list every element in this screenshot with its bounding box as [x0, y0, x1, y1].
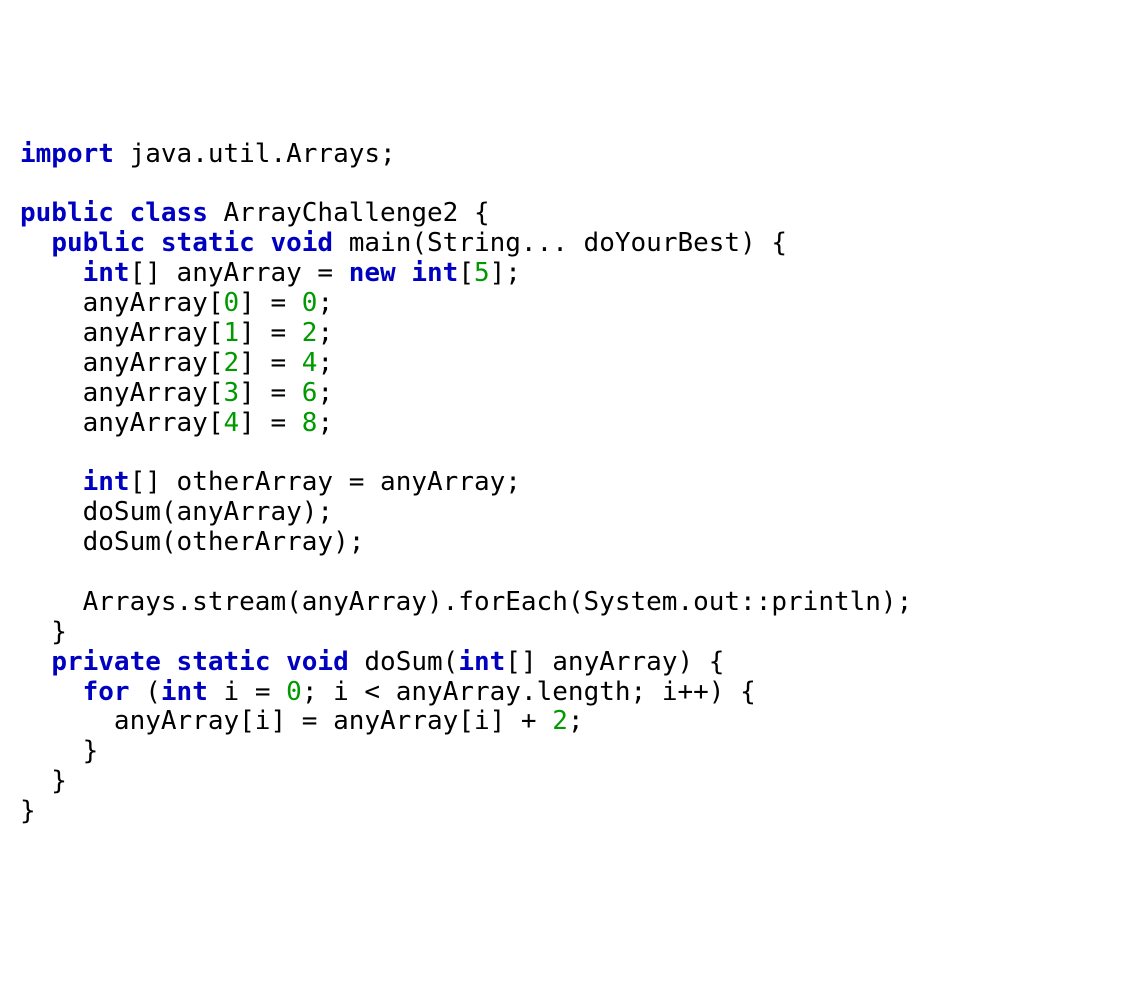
indent: [20, 467, 83, 497]
text: i =: [208, 677, 286, 707]
semi: ;: [568, 706, 584, 736]
keyword-void: void: [286, 647, 349, 677]
text: ; i < anyArray.length; i++) {: [302, 677, 756, 707]
number: 0: [224, 288, 240, 318]
line-5: int[] anyArray = new int[5];: [20, 258, 521, 288]
text: java.util.Arrays;: [114, 139, 396, 169]
number: 1: [224, 318, 240, 348]
number: 2: [224, 348, 240, 378]
space: [255, 228, 271, 258]
line-9: anyArray[3] = 6;: [20, 378, 333, 408]
keyword-for: for: [83, 677, 130, 707]
line-1: import java.util.Arrays;: [20, 139, 396, 169]
type-int: int: [83, 467, 130, 497]
semi: ;: [317, 348, 333, 378]
text: [] otherArray = anyArray;: [130, 467, 521, 497]
line-12: int[] otherArray = anyArray;: [20, 467, 521, 497]
space: [145, 228, 161, 258]
line-3: public class ArrayChallenge2 {: [20, 198, 490, 228]
number: 3: [224, 378, 240, 408]
keyword-public: public: [20, 198, 114, 228]
text: ] =: [239, 348, 302, 378]
code-block: import java.util.Arrays; public class Ar…: [20, 140, 1126, 827]
semi: ;: [317, 408, 333, 438]
semi: ;: [317, 378, 333, 408]
number: 5: [474, 258, 490, 288]
number: 0: [302, 288, 318, 318]
main-sig: main(String... doYourBest) {: [333, 228, 787, 258]
line-20: anyArray[i] = anyArray[i] + 2;: [20, 706, 584, 736]
type-int: int: [458, 647, 505, 677]
keyword-public: public: [51, 228, 145, 258]
bracket: [: [458, 258, 474, 288]
keyword-static: static: [161, 228, 255, 258]
keyword-private: private: [51, 647, 161, 677]
space: [161, 647, 177, 677]
number: 0: [286, 677, 302, 707]
type-int: int: [411, 258, 458, 288]
keyword-class: class: [130, 198, 208, 228]
text: ] =: [239, 318, 302, 348]
indent: [20, 258, 83, 288]
number: 6: [302, 378, 318, 408]
text: anyArray[: [20, 408, 224, 438]
text: ] =: [239, 378, 302, 408]
text: [] anyArray =: [130, 258, 349, 288]
indent: [20, 677, 83, 707]
text: doSum(: [349, 647, 459, 677]
number: 8: [302, 408, 318, 438]
number: 2: [552, 706, 568, 736]
text: [] anyArray) {: [505, 647, 724, 677]
text: (: [130, 677, 161, 707]
line-18: private static void doSum(int[] anyArray…: [20, 647, 724, 677]
line-6: anyArray[0] = 0;: [20, 288, 333, 318]
semi: ;: [317, 288, 333, 318]
line-17: }: [20, 617, 67, 647]
line-4: public static void main(String... doYour…: [20, 228, 787, 258]
line-8: anyArray[2] = 4;: [20, 348, 333, 378]
number: 4: [224, 408, 240, 438]
class-name: ArrayChallenge2 {: [208, 198, 490, 228]
keyword-void: void: [270, 228, 333, 258]
keyword-static: static: [177, 647, 271, 677]
space: [114, 198, 130, 228]
indent: [20, 228, 51, 258]
line-19: for (int i = 0; i < anyArray.length; i++…: [20, 677, 756, 707]
text: ] =: [239, 288, 302, 318]
space: [270, 647, 286, 677]
line-22: }: [20, 766, 67, 796]
number: 4: [302, 348, 318, 378]
line-16: Arrays.stream(anyArray).forEach(System.o…: [20, 587, 912, 617]
text: anyArray[i] = anyArray[i] +: [20, 706, 552, 736]
line-13: doSum(anyArray);: [20, 497, 333, 527]
text: anyArray[: [20, 318, 224, 348]
text: anyArray[: [20, 288, 224, 318]
keyword-import: import: [20, 139, 114, 169]
text: ];: [490, 258, 521, 288]
line-21: }: [20, 736, 98, 766]
type-int: int: [83, 258, 130, 288]
keyword-new: new: [349, 258, 396, 288]
line-10: anyArray[4] = 8;: [20, 408, 333, 438]
line-23: }: [20, 796, 36, 826]
line-14: doSum(otherArray);: [20, 527, 364, 557]
text: anyArray[: [20, 378, 224, 408]
space: [396, 258, 412, 288]
text: ] =: [239, 408, 302, 438]
line-7: anyArray[1] = 2;: [20, 318, 333, 348]
type-int: int: [161, 677, 208, 707]
indent: [20, 647, 51, 677]
semi: ;: [317, 318, 333, 348]
number: 2: [302, 318, 318, 348]
text: anyArray[: [20, 348, 224, 378]
